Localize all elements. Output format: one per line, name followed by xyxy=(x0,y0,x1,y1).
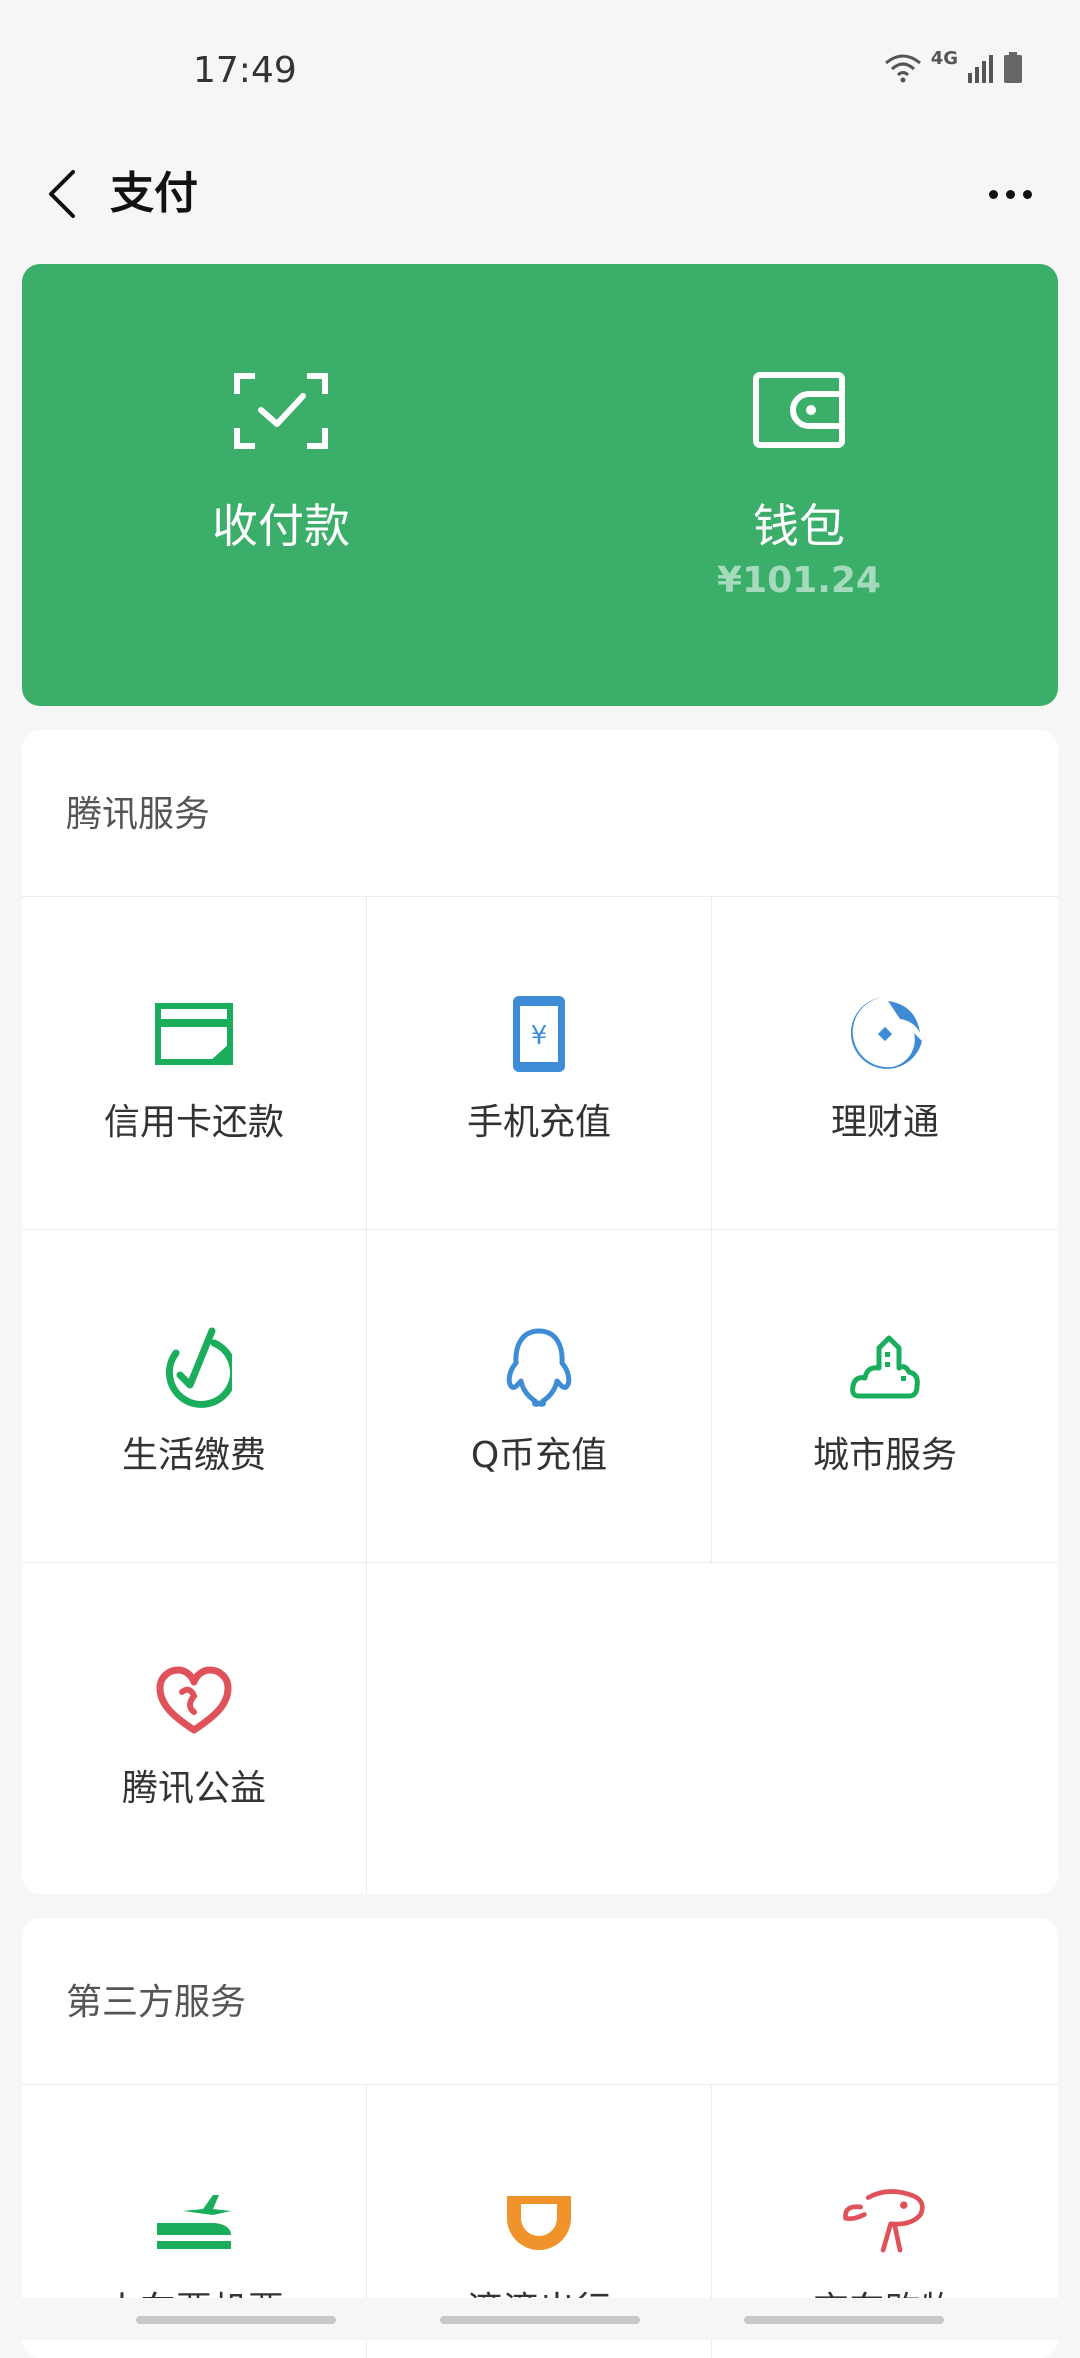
gesture-pill-right[interactable] xyxy=(744,2316,944,2324)
pay-card: 收付款 钱包 ¥101.24 xyxy=(22,264,1058,706)
jd-dog-icon xyxy=(843,2189,925,2253)
service-credit-card-repay[interactable]: 信用卡还款 xyxy=(22,897,367,1230)
more-icon xyxy=(988,189,998,199)
licaitong-icon xyxy=(850,997,922,1069)
back-button[interactable] xyxy=(30,154,94,234)
battery-icon xyxy=(1004,52,1022,83)
service-qq-coin[interactable]: Q币充值 xyxy=(367,1230,712,1563)
service-label: 城市服务 xyxy=(812,1435,957,1476)
city-service-icon xyxy=(850,1335,920,1399)
charity-heart-icon xyxy=(156,1666,232,1734)
status-icons: 4G xyxy=(883,48,1024,84)
collect-pay-label: 收付款 xyxy=(212,499,350,553)
service-utility-payment[interactable]: 生活缴费 xyxy=(22,1230,367,1563)
service-tencent-charity[interactable]: 腾讯公益 xyxy=(22,1563,367,1894)
network-type: 4G xyxy=(930,47,958,69)
back-arrow-icon xyxy=(49,170,75,218)
gesture-bar xyxy=(0,2298,1080,2340)
section-title: 第三方服务 xyxy=(22,1918,1058,2085)
section-title: 腾讯服务 xyxy=(22,730,1058,897)
service-label: Q币充值 xyxy=(470,1435,608,1476)
third-party-services-section: 第三方服务 火车票机票 滴滴出行 xyxy=(22,1918,1058,2358)
service-label: 生活缴费 xyxy=(121,1435,266,1476)
wifi-icon xyxy=(884,54,921,83)
svg-text:¥: ¥ xyxy=(531,1021,548,1051)
utility-payment-icon xyxy=(166,1327,232,1408)
credit-card-icon xyxy=(155,1003,233,1065)
service-licaitong[interactable]: 理财通 xyxy=(712,897,1058,1230)
service-label: 理财通 xyxy=(830,1102,939,1143)
wallet-label: 钱包 xyxy=(753,499,845,553)
service-phone-recharge[interactable]: ¥ 手机充值 xyxy=(367,897,712,1230)
empty-cell xyxy=(367,1563,1058,1894)
gesture-pill-center[interactable] xyxy=(440,2316,640,2324)
wallet-balance: ¥101.24 xyxy=(717,560,881,601)
signal-icon xyxy=(968,55,993,83)
status-bar: 17:49 4G xyxy=(0,0,1080,140)
nav-bar: 支付 xyxy=(0,140,1080,260)
service-label: 腾讯公益 xyxy=(121,1768,266,1809)
gesture-pill-left[interactable] xyxy=(136,2316,336,2324)
wallet-icon xyxy=(753,372,845,448)
service-city-service[interactable]: 城市服务 xyxy=(712,1230,1058,1563)
scan-check-icon xyxy=(234,373,328,449)
page-title: 支付 xyxy=(110,168,198,219)
tencent-services-section: 腾讯服务 信用卡还款 ¥ 手机充值 理财通 生活缴费 Q币充值 城市服务 腾讯公… xyxy=(22,730,1058,1894)
phone-recharge-icon: ¥ xyxy=(513,996,565,1072)
service-label: 信用卡还款 xyxy=(103,1102,284,1143)
more-icon-dot xyxy=(1005,189,1015,199)
more-button[interactable] xyxy=(970,154,1050,234)
didi-icon xyxy=(507,2196,571,2250)
collect-pay-button[interactable]: 收付款 xyxy=(22,264,540,706)
train-ticket-icon xyxy=(157,2195,231,2249)
more-icon-dot xyxy=(1022,189,1032,199)
status-time: 17:49 xyxy=(193,50,297,91)
qq-coin-icon xyxy=(506,1328,572,1407)
wallet-button[interactable]: 钱包 ¥101.24 xyxy=(540,264,1058,706)
service-label: 手机充值 xyxy=(466,1102,611,1143)
